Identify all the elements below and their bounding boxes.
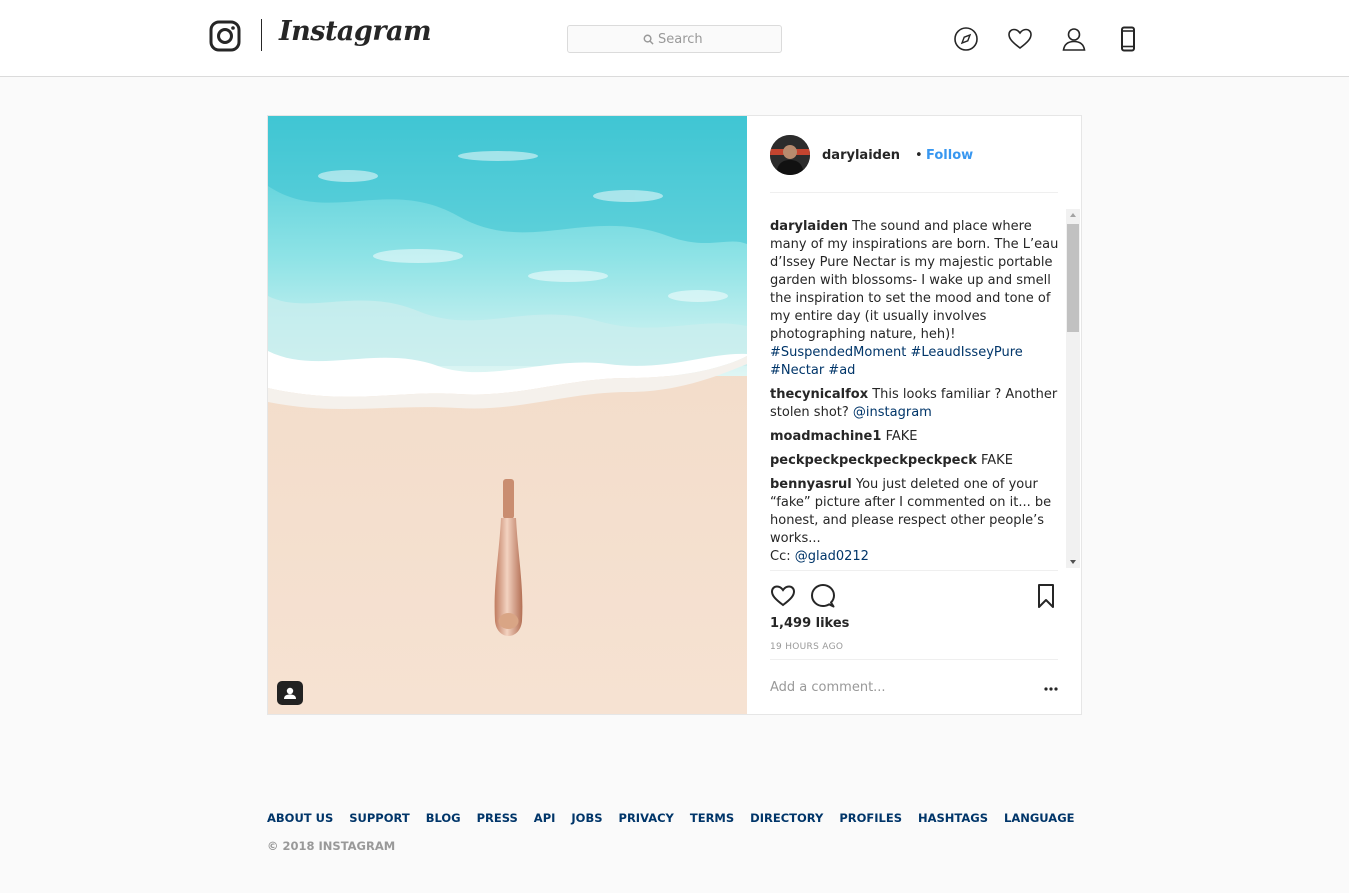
list-item: moadmachine1 FAKE (770, 428, 1062, 446)
list-item: bennyasrul You just deleted one of your … (770, 476, 1062, 566)
list-item: peckpeckpeckpeckpeckpeck FAKE (770, 452, 1062, 470)
compass-icon[interactable] (953, 26, 979, 52)
post-card: darylaiden • Follow darylaiden The sound… (267, 115, 1082, 715)
comments-list[interactable]: darylaiden The sound and place where man… (770, 218, 1062, 568)
footer-link-support[interactable]: SUPPORT (349, 811, 409, 825)
add-comment-field[interactable]: Add a comment... (770, 659, 1058, 714)
like-icon[interactable] (770, 583, 796, 609)
comment-mention[interactable]: @glad0212 (795, 549, 869, 564)
caption: darylaiden The sound and place where man… (770, 218, 1062, 380)
caption-hashtags[interactable]: #SuspendedMoment #LeaudIsseyPure #Nectar… (770, 345, 1023, 378)
scroll-down-arrow[interactable] (1070, 560, 1076, 564)
follow-separator: • (915, 148, 923, 163)
caption-username[interactable]: darylaiden (770, 219, 848, 234)
search-icon (643, 34, 654, 45)
heart-icon[interactable] (1007, 26, 1033, 52)
bookmark-icon[interactable] (1033, 583, 1059, 609)
footer-link-blog[interactable]: BLOG (426, 811, 461, 825)
caption-text: The sound and place where many of my ins… (770, 219, 1059, 342)
post-actions: 1,499 likes 19 HOURS AGO (770, 570, 1058, 660)
more-options-icon[interactable] (1044, 682, 1058, 696)
top-navigation: Instagram Search (0, 0, 1349, 77)
post-sidebar: darylaiden • Follow darylaiden The sound… (747, 116, 1081, 714)
footer-links: ABOUT US SUPPORT BLOG PRESS API JOBS PRI… (267, 811, 1075, 825)
comment-icon[interactable] (810, 583, 836, 609)
add-comment-placeholder: Add a comment... (770, 680, 886, 695)
footer-link-jobs[interactable]: JOBS (571, 811, 602, 825)
post-header: darylaiden • Follow (770, 135, 1058, 193)
profile-icon[interactable] (1061, 26, 1087, 52)
comment-text: FAKE (981, 453, 1013, 468)
user-tag-icon[interactable] (277, 679, 303, 705)
comment-mention[interactable]: @instagram (853, 405, 932, 420)
footer-link-hashtags[interactable]: HASHTAGS (918, 811, 988, 825)
comment-cc: Cc: (770, 549, 791, 564)
footer-link-privacy[interactable]: PRIVACY (619, 811, 674, 825)
avatar[interactable] (770, 135, 810, 175)
footer-link-directory[interactable]: DIRECTORY (750, 811, 823, 825)
scroll-up-arrow[interactable] (1070, 213, 1076, 217)
instagram-logo-icon[interactable] (209, 20, 241, 52)
post-timestamp[interactable]: 19 HOURS AGO (770, 642, 843, 652)
follow-button[interactable]: Follow (926, 148, 973, 163)
comment-username[interactable]: peckpeckpeckpeckpeckpeck (770, 453, 977, 468)
comments-scrollbar[interactable] (1066, 209, 1080, 568)
instagram-wordmark[interactable]: Instagram (279, 16, 432, 47)
likes-count[interactable]: 1,499 likes (770, 616, 849, 631)
logo-divider (261, 19, 262, 51)
comment-text: FAKE (885, 429, 918, 444)
footer-link-terms[interactable]: TERMS (690, 811, 734, 825)
comment-username[interactable]: moadmachine1 (770, 429, 881, 444)
beach-perfume-image (268, 116, 747, 714)
list-item: thecynicalfox This looks familiar ? Anot… (770, 386, 1062, 422)
footer-link-language[interactable]: LANGUAGE (1004, 811, 1074, 825)
scrollbar-thumb[interactable] (1067, 224, 1079, 332)
footer-link-about-us[interactable]: ABOUT US (267, 811, 333, 825)
footer-link-api[interactable]: API (534, 811, 556, 825)
comment-username[interactable]: bennyasrul (770, 477, 852, 492)
footer-link-profiles[interactable]: PROFILES (839, 811, 902, 825)
comment-username[interactable]: thecynicalfox (770, 387, 868, 402)
footer-link-press[interactable]: PRESS (477, 811, 518, 825)
mobile-icon[interactable] (1115, 26, 1141, 52)
post-photo[interactable] (268, 116, 747, 714)
post-username[interactable]: darylaiden (822, 148, 900, 163)
copyright: © 2018 INSTAGRAM (267, 839, 396, 853)
search-input[interactable]: Search (567, 25, 782, 53)
search-placeholder: Search (658, 32, 703, 47)
